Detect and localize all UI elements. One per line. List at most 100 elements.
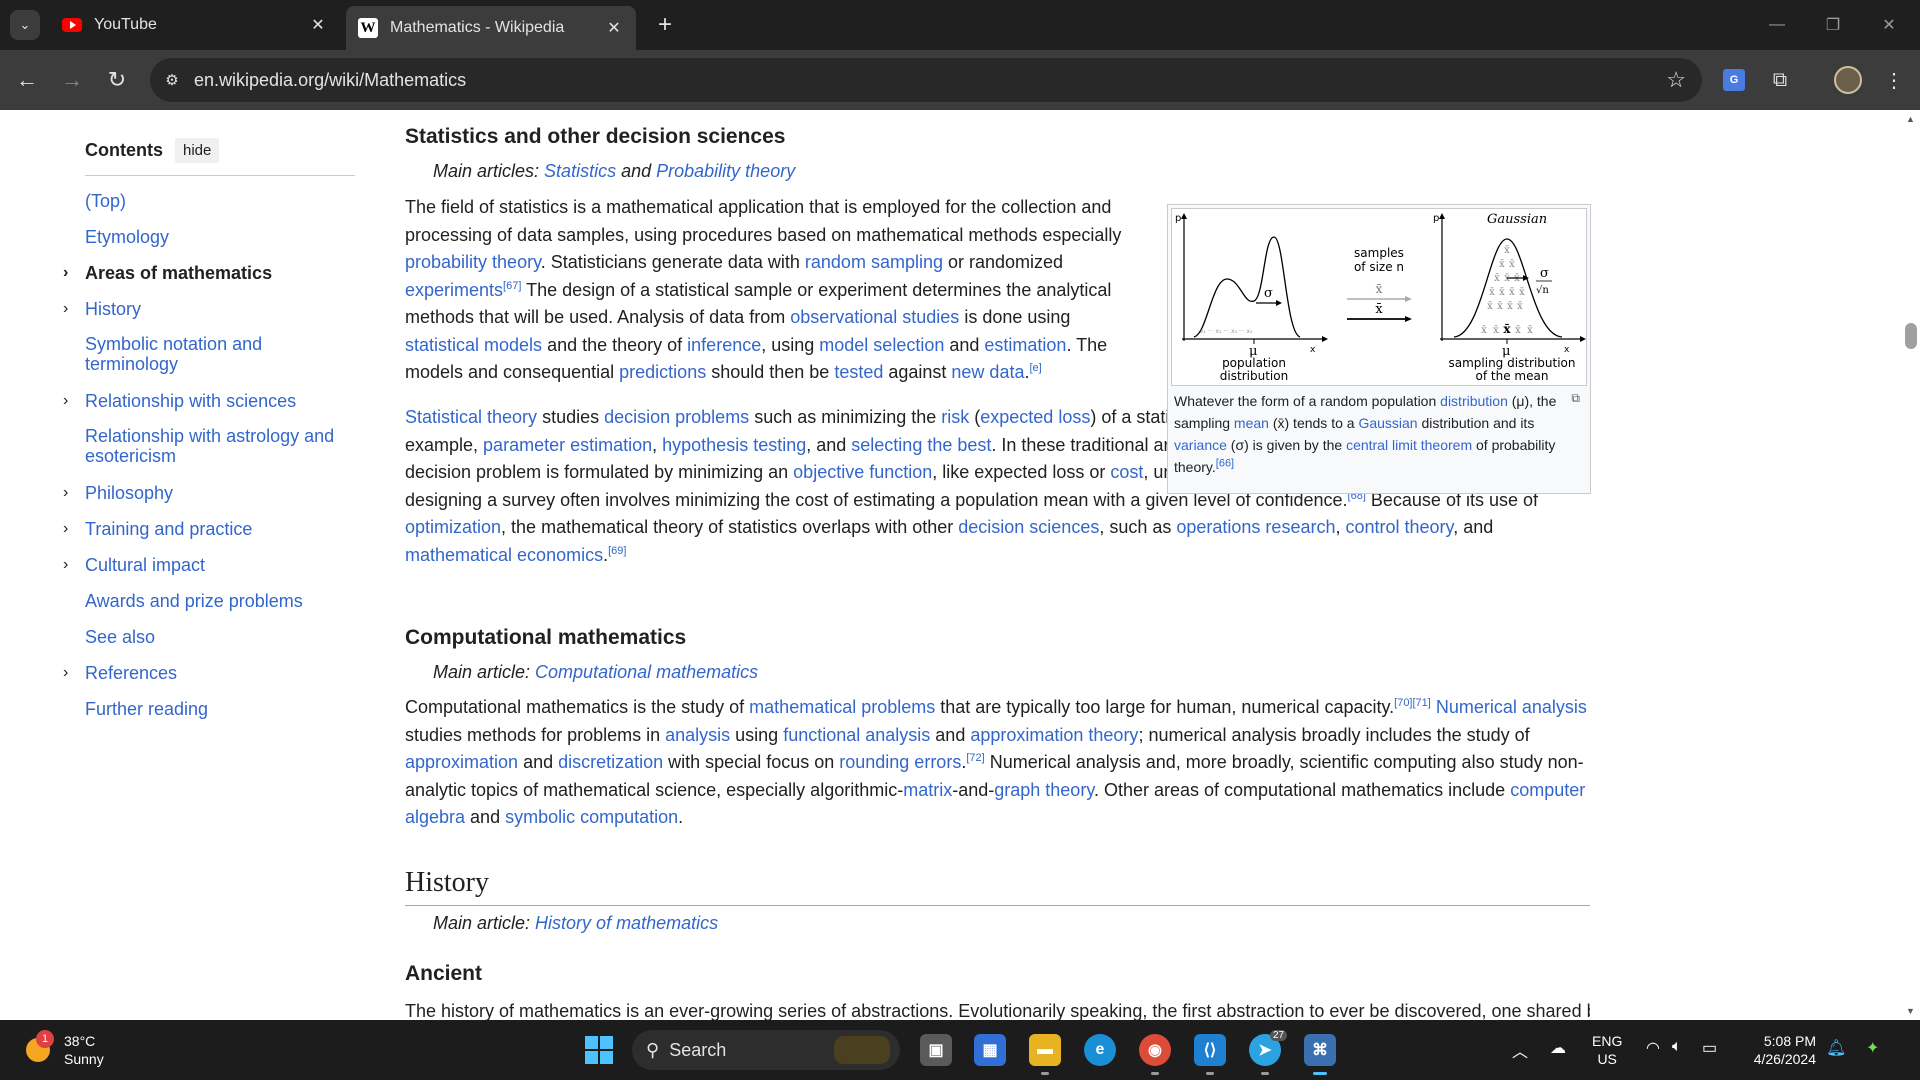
vscode-icon[interactable]: ⟨⟩: [1194, 1034, 1226, 1066]
taskbar-search[interactable]: ⚲ Search: [632, 1030, 900, 1070]
file-explorer-icon[interactable]: ▬: [1029, 1034, 1061, 1066]
wifi-icon[interactable]: ◠: [1646, 1038, 1660, 1058]
toc-item[interactable]: See also: [85, 626, 355, 648]
inline-link[interactable]: analysis: [665, 725, 730, 745]
toc-item[interactable]: › History: [63, 298, 355, 320]
chevron-up-icon[interactable]: ︿: [1512, 1038, 1528, 1062]
toc-item[interactable]: Further reading: [85, 698, 355, 720]
clt-diagram[interactable]: p x σ x₁ ··· x₂ ··· x₃ ··· x₄ μ populati…: [1171, 208, 1587, 386]
toc-item[interactable]: › References: [63, 662, 355, 684]
inline-link[interactable]: graph theory: [994, 780, 1094, 800]
citation-ref[interactable]: [67]: [503, 280, 521, 292]
inline-link[interactable]: parameter estimation: [483, 435, 652, 455]
new-tab-button[interactable]: +: [650, 10, 680, 40]
inline-link[interactable]: Statistical theory: [405, 407, 537, 427]
inline-link[interactable]: inference: [687, 335, 761, 355]
chevron-right-icon[interactable]: ›: [63, 298, 68, 320]
inline-link[interactable]: observational studies: [790, 307, 959, 327]
page-scrollbar[interactable]: ▲ ▼: [1900, 110, 1920, 1020]
inline-link[interactable]: experiments: [405, 280, 503, 300]
inline-link[interactable]: central limit theorem: [1346, 437, 1472, 453]
citation-ref[interactable]: [69]: [608, 545, 626, 557]
tab-close-icon[interactable]: ✕: [604, 18, 624, 38]
minimize-icon[interactable]: —: [1757, 10, 1797, 40]
forward-icon[interactable]: →: [55, 63, 89, 97]
close-window-icon[interactable]: ✕: [1869, 10, 1909, 40]
inline-link[interactable]: mathematical economics: [405, 545, 603, 565]
inline-link[interactable]: Gaussian: [1358, 415, 1417, 431]
inline-link[interactable]: decision sciences: [958, 517, 1099, 537]
inline-link[interactable]: distribution: [1440, 393, 1508, 409]
citation-ref[interactable]: [70][71]: [1394, 697, 1431, 709]
url-text[interactable]: en.wikipedia.org/wiki/Mathematics: [194, 70, 466, 91]
inline-link[interactable]: new data: [951, 362, 1024, 382]
inline-link[interactable]: functional analysis: [783, 725, 930, 745]
inline-link[interactable]: approximation: [405, 752, 518, 772]
inline-link[interactable]: matrix: [903, 780, 952, 800]
inline-link[interactable]: symbolic computation: [505, 807, 678, 827]
inline-link[interactable]: mean: [1234, 415, 1269, 431]
toc-item[interactable]: › Cultural impact: [63, 554, 355, 576]
extensions-icon[interactable]: ⧉: [1764, 64, 1796, 96]
inline-link[interactable]: mathematical problems: [749, 697, 935, 717]
start-button[interactable]: [585, 1036, 613, 1064]
inline-link[interactable]: selecting the best: [851, 435, 991, 455]
chevron-right-icon[interactable]: ›: [63, 390, 68, 412]
citation-ref[interactable]: [72]: [966, 752, 984, 764]
python-icon[interactable]: ⌘: [1304, 1034, 1336, 1066]
inline-link[interactable]: discretization: [558, 752, 663, 772]
inline-link[interactable]: estimation: [984, 335, 1066, 355]
chevron-right-icon[interactable]: ›: [63, 482, 68, 504]
language-indicator[interactable]: ENG US: [1592, 1032, 1622, 1068]
profile-avatar[interactable]: [1832, 64, 1864, 96]
inline-link[interactable]: tested: [834, 362, 883, 382]
task-view-icon[interactable]: ▣: [920, 1034, 952, 1066]
toc-hide-button[interactable]: hide: [175, 138, 220, 163]
tab-wikipedia[interactable]: W Mathematics - Wikipedia ✕: [346, 6, 636, 50]
toc-item[interactable]: Symbolic notation and terminology: [85, 334, 355, 374]
chevron-right-icon[interactable]: ›: [63, 518, 68, 540]
site-info-icon[interactable]: ⚙: [150, 58, 194, 102]
inline-link[interactable]: operations research: [1176, 517, 1335, 537]
inline-link[interactable]: decision problems: [604, 407, 749, 427]
edge-icon[interactable]: e: [1084, 1034, 1116, 1066]
toc-item[interactable]: › Philosophy: [63, 482, 355, 504]
inline-link[interactable]: model selection: [819, 335, 944, 355]
enlarge-icon[interactable]: ⧉: [1571, 391, 1580, 406]
inline-link[interactable]: cost: [1110, 462, 1143, 482]
reload-icon[interactable]: ↻: [100, 63, 134, 97]
inline-link[interactable]: random sampling: [805, 252, 943, 272]
inline-link[interactable]: probability theory: [405, 252, 541, 272]
toc-item[interactable]: (Top): [85, 190, 355, 212]
inline-link[interactable]: Numerical analysis: [1436, 697, 1587, 717]
volume-icon[interactable]: 🔈︎: [1672, 1038, 1682, 1056]
address-bar[interactable]: ⚙ en.wikipedia.org/wiki/Mathematics ☆: [150, 58, 1702, 102]
back-icon[interactable]: ←: [10, 63, 44, 97]
scroll-up-icon[interactable]: ▲: [1906, 114, 1915, 124]
toc-item[interactable]: › Areas of mathematics: [63, 262, 355, 284]
chevron-right-icon[interactable]: ›: [63, 662, 68, 684]
link-computational-mathematics[interactable]: Computational mathematics: [535, 662, 758, 682]
tab-close-icon[interactable]: ✕: [308, 15, 328, 35]
inline-link[interactable]: hypothesis testing: [662, 435, 806, 455]
inline-link[interactable]: statistical models: [405, 335, 542, 355]
battery-icon[interactable]: ▭: [1702, 1038, 1717, 1058]
link-probability-theory[interactable]: Probability theory: [656, 161, 795, 181]
clock[interactable]: 5:08 PM 4/26/2024: [1744, 1032, 1816, 1068]
inline-link[interactable]: predictions: [619, 362, 706, 382]
tab-search-button[interactable]: ⌄: [10, 10, 40, 40]
tab-youtube[interactable]: YouTube ✕: [50, 8, 340, 42]
toc-item[interactable]: › Training and practice: [63, 518, 355, 540]
link-statistics[interactable]: Statistics: [544, 161, 616, 181]
toc-item[interactable]: Relationship with astrology and esoteric…: [85, 426, 355, 466]
chevron-right-icon[interactable]: ›: [63, 554, 68, 576]
menu-kebab-icon[interactable]: ⋮: [1878, 64, 1910, 96]
notification-bell-icon[interactable]: 🔔︎: [1826, 1038, 1846, 1058]
translate-icon[interactable]: G: [1718, 64, 1750, 96]
chrome-icon[interactable]: ◉: [1139, 1034, 1171, 1066]
inline-link[interactable]: variance: [1174, 437, 1227, 453]
toc-item[interactable]: Etymology: [85, 226, 355, 248]
citation-ref[interactable]: [e]: [1029, 362, 1041, 374]
inline-link[interactable]: rounding errors: [839, 752, 961, 772]
onedrive-icon[interactable]: ☁: [1550, 1038, 1566, 1058]
